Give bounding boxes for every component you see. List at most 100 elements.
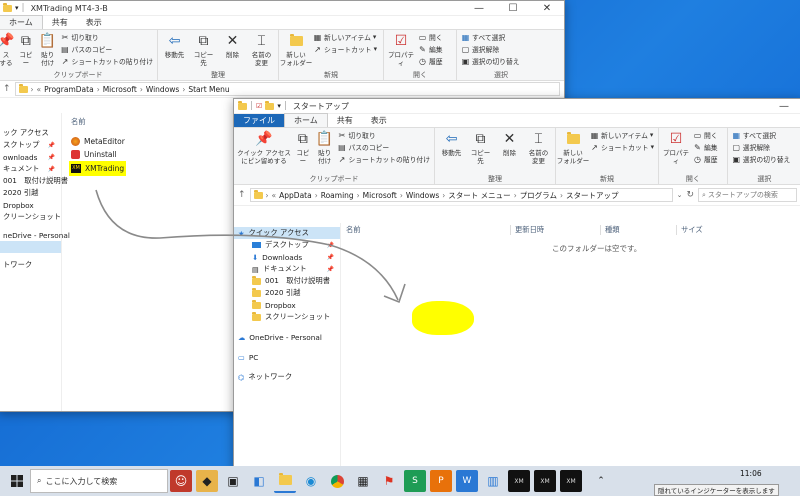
file-xmtrading[interactable]: XM XMTrading [69,161,127,176]
taskbar-app-game-icon[interactable]: ◆ [196,470,218,492]
tab-view[interactable]: 表示 [362,114,396,127]
breadcrumb-programs[interactable]: プログラム [520,190,557,201]
taskbar-xm-icon-3[interactable]: XM [560,470,582,492]
breadcrumb-microsoft[interactable]: Microsoft [363,191,397,200]
tab-file[interactable]: ファイル [234,114,284,127]
nav-downloads[interactable]: ownloads 📌 [0,151,61,163]
column-type[interactable]: 種類 [600,225,620,235]
breadcrumb-windows[interactable]: Windows [146,85,179,94]
nav-desktop[interactable]: スクトップ 📌 [0,139,61,151]
easy-access-button[interactable]: ↗ ショートカット ▾ [313,44,377,55]
nav-pc[interactable]: ▭ PC [234,351,340,363]
title-bar[interactable]: ▾ | XMTrading MT4-3-B — ☐ ✕ [0,1,564,16]
column-name[interactable]: 名前 [346,225,361,235]
nav-onedrive[interactable]: neDrive - Personal [0,229,70,241]
tab-view[interactable]: 表示 [77,16,111,29]
windows-start-icon[interactable] [6,470,28,492]
taskbar-task-view-icon[interactable]: ▣ [222,470,244,492]
pin-button[interactable]: 📌ス する [0,32,15,67]
taskbar-edge-icon[interactable]: ◉ [300,470,322,492]
nav-documents[interactable]: キュメント 📌 [0,163,61,175]
invert-selection-button[interactable]: ▣ 選択の切り替え [732,154,791,165]
edit-button[interactable]: ✎ 編集 [693,142,717,153]
new-folder-icon[interactable] [265,100,275,110]
nav-quick-access[interactable]: ★ クイック アクセス [234,227,340,239]
minimize-icon[interactable]: — [767,101,800,112]
chevron-down-icon[interactable]: ⌄ [677,191,683,199]
file-metaeditor[interactable]: MetaEditor [71,135,126,148]
maximize-icon[interactable]: ☐ [496,3,530,14]
nav-dropbox[interactable]: Dropbox [234,299,340,311]
edit-button[interactable]: ✎ 編集 [418,44,442,55]
select-all-button[interactable]: ▦ すべて選択 [732,130,791,141]
dropdown-icon[interactable]: ▾ [15,4,19,12]
column-name[interactable]: 名前 [71,117,126,127]
taskbar-acrobat-icon[interactable]: ⚑ [378,470,400,492]
taskbar-sheets-icon[interactable]: S [404,470,426,492]
nav-screenshots[interactable]: クリーンショット [0,211,61,223]
nav-folder-001[interactable]: 001 取付け説明書 [234,275,340,287]
copy-path-button[interactable]: ▤ パスのコピー [60,44,153,55]
breadcrumb-startup[interactable]: スタートアップ [566,190,619,201]
paste-button[interactable]: 📋 貼り付け [39,32,57,67]
move-to-button[interactable]: ⇦ 移動先 [162,32,187,59]
nav-folder-2020[interactable]: 2020 引越 [0,187,61,199]
new-item-button[interactable]: ▦ 新しいアイテム ▾ [590,130,654,141]
select-none-button[interactable]: ▢ 選択解除 [461,44,520,55]
copy-to-button[interactable]: ⧉ コピー先 [191,32,216,67]
breadcrumb-start-menu[interactable]: Start Menu [188,85,229,94]
nav-downloads[interactable]: ⬇ Downloads 📌 [234,251,340,263]
refresh-icon[interactable]: ↻ [686,190,694,200]
nav-network[interactable]: トワーク [0,259,61,271]
rename-button[interactable]: ⌶ 名前の 変更 [249,32,274,67]
up-arrow-icon[interactable]: ↑ [238,190,246,200]
file-uninstall[interactable]: Uninstall [71,148,126,161]
properties-icon[interactable]: ☑ [256,102,262,110]
tab-share[interactable]: 共有 [43,16,77,29]
pin-quick-access-button[interactable]: 📌 クイック アクセス にピン留めする [237,130,291,165]
new-folder-button[interactable]: 新しい フォルダー [557,130,589,165]
title-bar[interactable]: | ☑ ▾ | スタートアップ — [234,99,800,114]
tray-chevron-up-icon[interactable]: ⌃ [590,470,612,492]
address-bar[interactable]: › « AppData › Roaming › Microsoft › Windows ›… [249,188,673,202]
select-all-button[interactable]: ▦ すべて選択 [461,32,520,43]
address-bar[interactable]: › « ProgramData › Microsoft › Windows › Star… [14,82,560,96]
paste-button[interactable]: 📋 貼り付け [316,130,334,165]
taskbar-app-mascot-icon[interactable]: ☺ [170,470,192,492]
properties-button[interactable]: ☑ プロパティ [388,32,414,67]
paste-shortcut-button[interactable]: ↗ ショートカットの貼り付け [337,154,430,165]
select-none-button[interactable]: ▢ 選択解除 [732,142,791,153]
tab-share[interactable]: 共有 [328,114,362,127]
copy-button[interactable]: ⧉ コピー [17,32,35,67]
nav-screenshots[interactable]: スクリーンショット [234,311,340,323]
copy-path-button[interactable]: ▤ パスのコピー [337,142,430,153]
open-button[interactable]: ▭ 開く [418,32,443,43]
history-button[interactable]: ◷ 履歴 [693,154,718,165]
easy-access-button[interactable]: ↗ ショートカット ▾ [590,142,654,153]
nav-folder-001[interactable]: 001 取付け説明書 [0,175,68,187]
taskbar-app-blue-icon[interactable]: ◧ [248,470,270,492]
column-size[interactable]: サイズ [676,225,703,235]
system-clock[interactable]: 11:06 [740,469,762,478]
taskbar-chart-icon[interactable]: ▥ [482,470,504,492]
tab-home[interactable]: ホーム [0,15,43,29]
nav-folder-2020[interactable]: 2020 引越 [234,287,340,299]
copy-button[interactable]: ⧉ コピー [294,130,312,165]
minimize-icon[interactable]: — [462,3,496,14]
taskbar-app-grid-icon[interactable]: ▦ [352,470,374,492]
breadcrumb-programdata[interactable]: ProgramData [44,85,94,94]
nav-pc[interactable]: PC [0,241,61,253]
startup-explorer-window[interactable]: | ☑ ▾ | スタートアップ — ファイル ホーム 共有 表示 📌 クイック ア… [233,98,800,470]
copy-to-button[interactable]: ⧉ コピー先 [468,130,493,165]
search-input[interactable]: ⌕ スタートアップの検索 [698,188,797,202]
taskbar-xm-icon-1[interactable]: XM [508,470,530,492]
history-button[interactable]: ◷ 履歴 [418,56,443,67]
tab-home[interactable]: ホーム [284,113,328,127]
new-folder-button[interactable]: 新しい フォルダー [280,32,312,67]
invert-selection-button[interactable]: ▣ 選択の切り替え [461,56,520,67]
breadcrumb-microsoft[interactable]: Microsoft [103,85,137,94]
taskbar-writer-icon[interactable]: W [456,470,478,492]
nav-dropbox[interactable]: Dropbox [0,199,61,211]
cut-button[interactable]: ✂ 切り取り [337,130,430,141]
properties-button[interactable]: ☑ プロパティ [663,130,689,165]
